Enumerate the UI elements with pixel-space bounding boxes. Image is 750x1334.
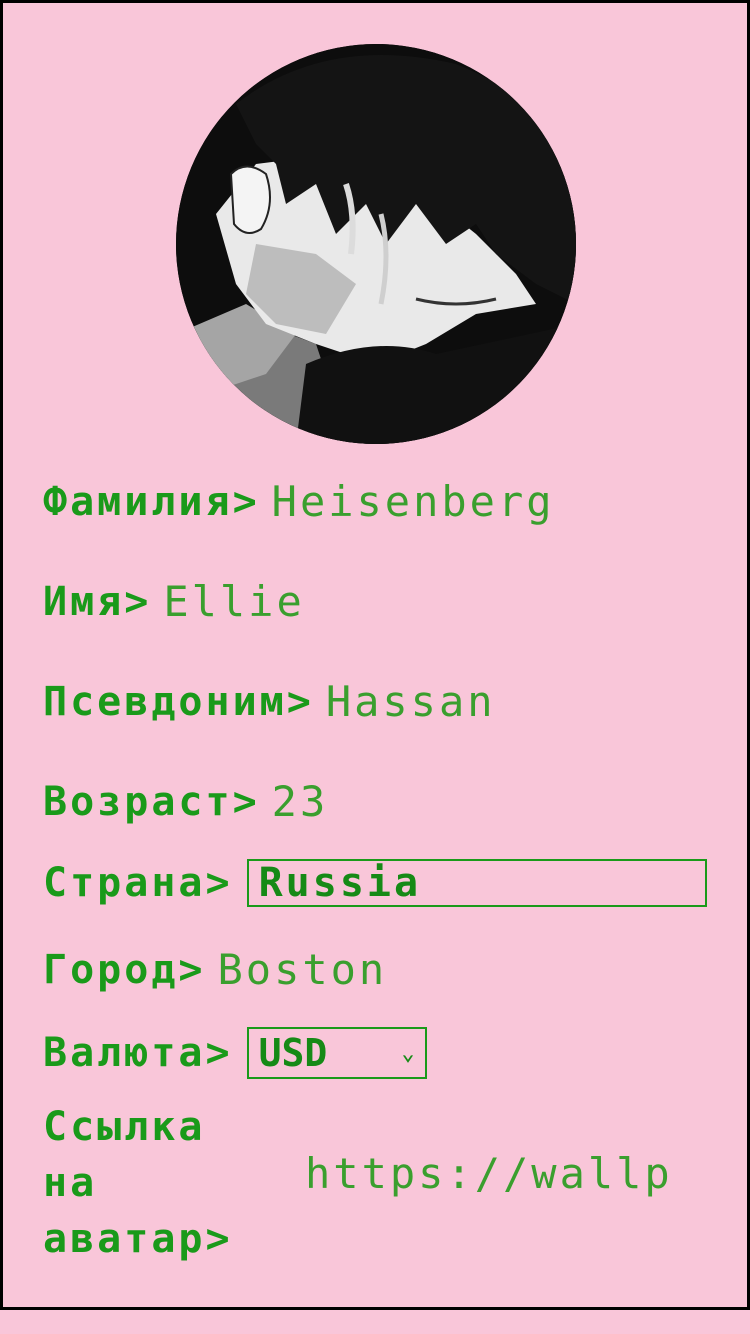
name-value[interactable]: Ellie [163, 577, 304, 626]
currency-row: Валюта> USD ⌄ [43, 1027, 427, 1079]
age-label: Возраст> [43, 778, 260, 825]
surname-value[interactable]: Heisenberg [272, 477, 555, 526]
name-label: Имя> [43, 578, 152, 625]
nickname-label: Псевдоним> [43, 678, 314, 725]
chevron-down-icon: ⌄ [401, 1040, 415, 1066]
avatar-link-label: Ссылка на аватар> [43, 1099, 293, 1267]
currency-select-value: USD [258, 1031, 328, 1075]
avatar-link-label-line: аватар> [43, 1216, 233, 1262]
country-label: Страна> [43, 860, 233, 906]
avatar-link-label-line: Ссылка [43, 1104, 206, 1150]
avatar[interactable] [176, 44, 576, 444]
age-value[interactable]: 23 [272, 777, 329, 826]
avatar-link-value[interactable]: https://wallp [305, 1149, 673, 1198]
surname-row: Фамилия> Heisenberg [43, 477, 555, 526]
city-value[interactable]: Boston [218, 945, 388, 994]
avatar-link-label-line: на [43, 1160, 98, 1206]
city-row: Город> Boston [43, 945, 387, 994]
currency-label: Валюта> [43, 1030, 233, 1076]
city-label: Город> [43, 946, 206, 993]
currency-select[interactable]: USD ⌄ [246, 1027, 427, 1079]
country-input[interactable]: Russia [246, 859, 707, 907]
age-row: Возраст> 23 [43, 777, 328, 826]
nickname-value[interactable]: Hassan [326, 677, 496, 726]
nickname-row: Псевдоним> Hassan [43, 677, 496, 726]
surname-label: Фамилия> [43, 478, 260, 525]
name-row: Имя> Ellie [43, 577, 305, 626]
avatar-image [176, 44, 576, 444]
profile-screen: Фамилия> Heisenberg Имя> Ellie Псевдоним… [0, 0, 750, 1310]
country-row: Страна> Russia [43, 859, 707, 907]
country-input-value: Russia [258, 860, 422, 906]
